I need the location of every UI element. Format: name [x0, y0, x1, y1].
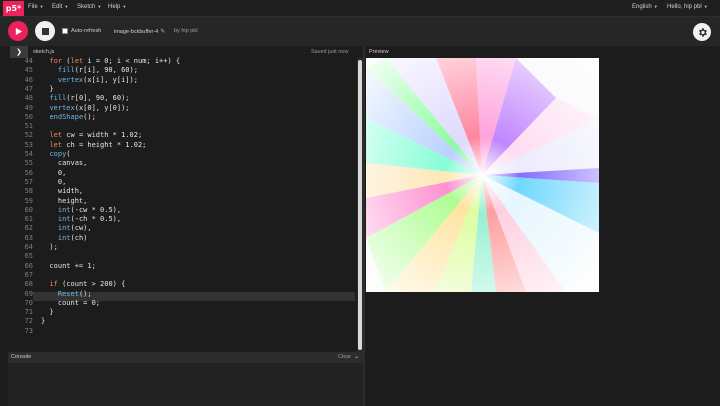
caret-down-icon: ▼ — [39, 4, 44, 9]
line-number: 54 — [24, 150, 33, 158]
code-line[interactable]: let cw = width * 1.02; — [41, 131, 142, 139]
canvas-artwork — [366, 58, 599, 292]
line-number: 53 — [24, 140, 33, 149]
language-menu[interactable]: English ▼ — [632, 4, 658, 10]
user-menu[interactable]: Hello, hip pbl ▼ — [667, 4, 708, 10]
line-number: 70 — [24, 298, 33, 307]
code-line[interactable]: canvas, — [41, 159, 88, 167]
console-title: Console — [11, 354, 32, 360]
sketch-name[interactable]: image-bckbuffer-4 ✎ — [114, 28, 165, 35]
code-line[interactable]: endShape(); — [41, 113, 95, 121]
console-header — [8, 352, 363, 363]
code-line[interactable]: 0, — [41, 169, 66, 177]
caret-down-icon: ▼ — [64, 4, 69, 9]
line-number: 63 — [24, 233, 33, 242]
code-line[interactable]: ); — [41, 243, 57, 251]
gear-icon — [698, 27, 707, 37]
sketch-author[interactable]: by hip pbl — [174, 28, 198, 34]
line-number: 64 — [24, 243, 33, 251]
line-number: 44 — [24, 57, 33, 65]
code-line[interactable]: } — [41, 85, 53, 93]
caret-down-icon: ▼ — [97, 4, 102, 9]
line-number: 45 — [24, 66, 33, 75]
console-clear-button[interactable]: Clear — [338, 354, 351, 360]
play-button[interactable] — [8, 21, 28, 41]
settings-button[interactable] — [693, 23, 711, 41]
save-status: Saved just now — [311, 49, 349, 55]
code-line[interactable]: height, — [41, 197, 88, 205]
menu-file[interactable]: File ▼ — [28, 4, 44, 10]
code-line[interactable]: int(-ch * 0.5), — [41, 215, 121, 223]
code-line[interactable]: fill(r[i], 90, 60); — [41, 66, 138, 74]
auto-refresh-checkbox[interactable] — [62, 28, 68, 34]
line-number: 69 — [24, 289, 33, 298]
menu-sketch[interactable]: Sketch ▼ — [77, 4, 101, 10]
line-number: 49 — [24, 103, 33, 112]
sketch-canvas — [366, 58, 599, 292]
line-number: 71 — [24, 308, 33, 317]
caret-down-icon: ▼ — [653, 4, 658, 9]
line-number: 67 — [24, 270, 33, 279]
line-number: 73 — [24, 326, 33, 335]
chevron-right-icon: ❯ — [16, 49, 22, 56]
code-line[interactable]: Reset(); — [41, 290, 92, 298]
code-line[interactable]: int(ch) — [41, 234, 88, 242]
line-number: 52 — [24, 131, 33, 140]
code-line[interactable]: let ch = height * 1.02; — [41, 141, 146, 149]
toolbar — [0, 17, 720, 46]
line-number: 66 — [24, 261, 33, 270]
code-line[interactable]: } — [41, 308, 53, 316]
code-line[interactable]: 0, — [41, 178, 66, 186]
line-number: 55 — [24, 159, 33, 168]
console-output — [8, 363, 363, 406]
line-number: 60 — [24, 205, 33, 214]
line-number: 46 — [24, 75, 33, 84]
code-line[interactable]: } — [41, 317, 45, 325]
line-number: 58 — [24, 187, 33, 196]
stop-button[interactable] — [35, 21, 55, 41]
line-number: 61 — [24, 215, 33, 224]
line-number: 62 — [24, 224, 33, 233]
line-number: 59 — [24, 196, 33, 205]
line-number: 56 — [24, 168, 33, 177]
caret-down-icon: ▼ — [703, 4, 708, 9]
code-line[interactable]: vertex(x[0], y[0]); — [41, 104, 129, 112]
chevron-down-icon[interactable]: ⌄ — [354, 353, 359, 360]
code-line[interactable]: count += 1; — [41, 262, 95, 270]
menu-edit[interactable]: Edit ▼ — [52, 4, 68, 10]
line-number: 65 — [24, 252, 33, 261]
menu-help[interactable]: Help ▼ — [108, 4, 126, 10]
code-line[interactable]: int(-cw * 0.5), — [41, 206, 121, 214]
line-number: 68 — [24, 280, 33, 289]
line-number: 51 — [24, 122, 33, 131]
pencil-icon[interactable]: ✎ — [160, 29, 165, 35]
play-icon — [15, 27, 22, 35]
line-number: 47 — [24, 84, 33, 93]
code-line[interactable]: vertex(x[i], y[i]); — [41, 76, 138, 84]
line-number: 72 — [24, 317, 33, 326]
file-tab[interactable]: sketch.js — [33, 49, 54, 55]
line-number: 57 — [24, 177, 33, 186]
code-line[interactable]: count = 0; — [41, 299, 100, 307]
code-line[interactable]: int(cw), — [41, 224, 92, 232]
preview-label: Preview — [369, 49, 389, 55]
code-line[interactable]: for (let i = 0; i < num; i++) { — [41, 57, 180, 65]
line-number: 48 — [24, 94, 33, 103]
code-line[interactable]: fill(r[0], 90, 60); — [41, 94, 129, 102]
code-line[interactable]: width, — [41, 187, 83, 195]
auto-refresh-label: Auto-refresh — [71, 28, 102, 34]
caret-down-icon: ▼ — [122, 4, 127, 9]
line-number: 50 — [24, 112, 33, 121]
stop-icon — [41, 27, 49, 35]
p5-logo[interactable]: p5* — [3, 1, 24, 16]
code-line[interactable]: if (count > 200) { — [41, 280, 125, 288]
code-line[interactable]: copy( — [41, 150, 70, 158]
pane-divider[interactable] — [363, 46, 365, 406]
scrollbar-thumb[interactable] — [358, 60, 362, 350]
